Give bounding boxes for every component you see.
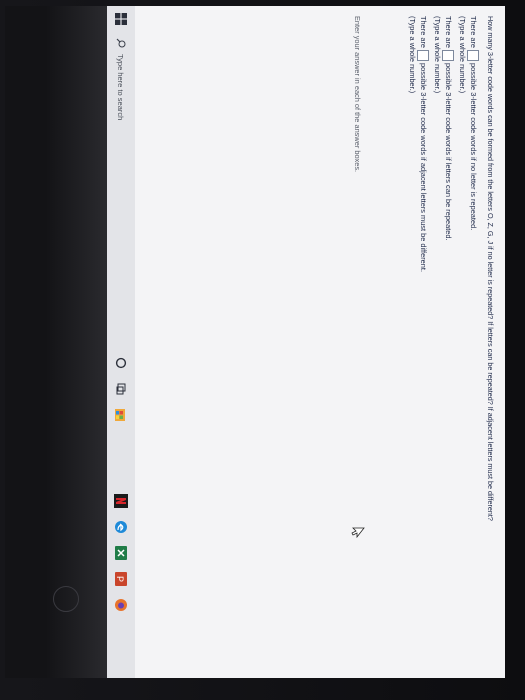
answer-2: There are possible 3-letter code words i…: [432, 16, 454, 241]
answer-3-hint: (Type a whole number.): [408, 16, 417, 94]
answer-1-hint: (Type a whole number.): [458, 16, 467, 94]
search-icon: [116, 38, 126, 48]
answer-1: There are possible 3-letter code words i…: [457, 16, 479, 230]
answer-2-hint: (Type a whole number.): [433, 16, 442, 94]
svg-text:P: P: [115, 576, 125, 582]
task-view-button[interactable]: [107, 378, 135, 400]
answer-1-input[interactable]: [467, 50, 479, 62]
photo-frame: How many 3-letter code words can be form…: [0, 0, 525, 700]
search-placeholder: Type here to search: [116, 54, 126, 121]
laptop-bezel: [5, 6, 107, 678]
mouse-cursor-icon: [351, 527, 365, 539]
firefox-button[interactable]: [107, 594, 135, 616]
answer-3: There are possible 3-letter code words i…: [407, 16, 429, 272]
answer-1-suffix: possible 3-letter code words if no lette…: [469, 63, 478, 231]
store-button[interactable]: [107, 404, 135, 426]
store-icon: [115, 409, 125, 421]
question-page: How many 3-letter code words can be form…: [134, 6, 505, 678]
edge-button[interactable]: [107, 516, 135, 538]
edge-icon: [115, 521, 127, 533]
answer-2-prefix: There are: [444, 16, 453, 49]
answer-1-prefix: There are: [469, 16, 478, 49]
cortana-icon: [115, 357, 127, 369]
powerpoint-button[interactable]: P: [107, 568, 135, 590]
answer-3-prefix: There are: [419, 16, 428, 49]
netflix-icon: [114, 494, 128, 508]
answer-3-input[interactable]: [417, 50, 429, 62]
taskbar-search[interactable]: Type here to search: [110, 32, 132, 208]
answer-3-suffix: possible 3-letter code words if adjacent…: [419, 63, 428, 273]
excel-button[interactable]: [107, 542, 135, 564]
answer-2-input[interactable]: [442, 50, 454, 62]
answer-2-suffix: possible 3-letter code words if letters …: [444, 63, 453, 241]
instructions-text: Enter your answer in each of the answer …: [353, 16, 362, 173]
question-text: How many 3-letter code words can be form…: [486, 16, 495, 521]
powerpoint-icon: P: [115, 572, 127, 586]
taskbar: Type here to search P: [107, 6, 135, 678]
hp-logo-icon: [53, 586, 79, 612]
firefox-icon: [115, 599, 127, 611]
netflix-button[interactable]: [107, 490, 135, 512]
laptop-screen: How many 3-letter code words can be form…: [5, 6, 505, 678]
windows-icon: [115, 13, 127, 25]
cortana-button[interactable]: [107, 352, 135, 374]
start-button[interactable]: [107, 6, 135, 32]
task-view-icon: [116, 383, 126, 395]
excel-icon: [115, 546, 127, 560]
